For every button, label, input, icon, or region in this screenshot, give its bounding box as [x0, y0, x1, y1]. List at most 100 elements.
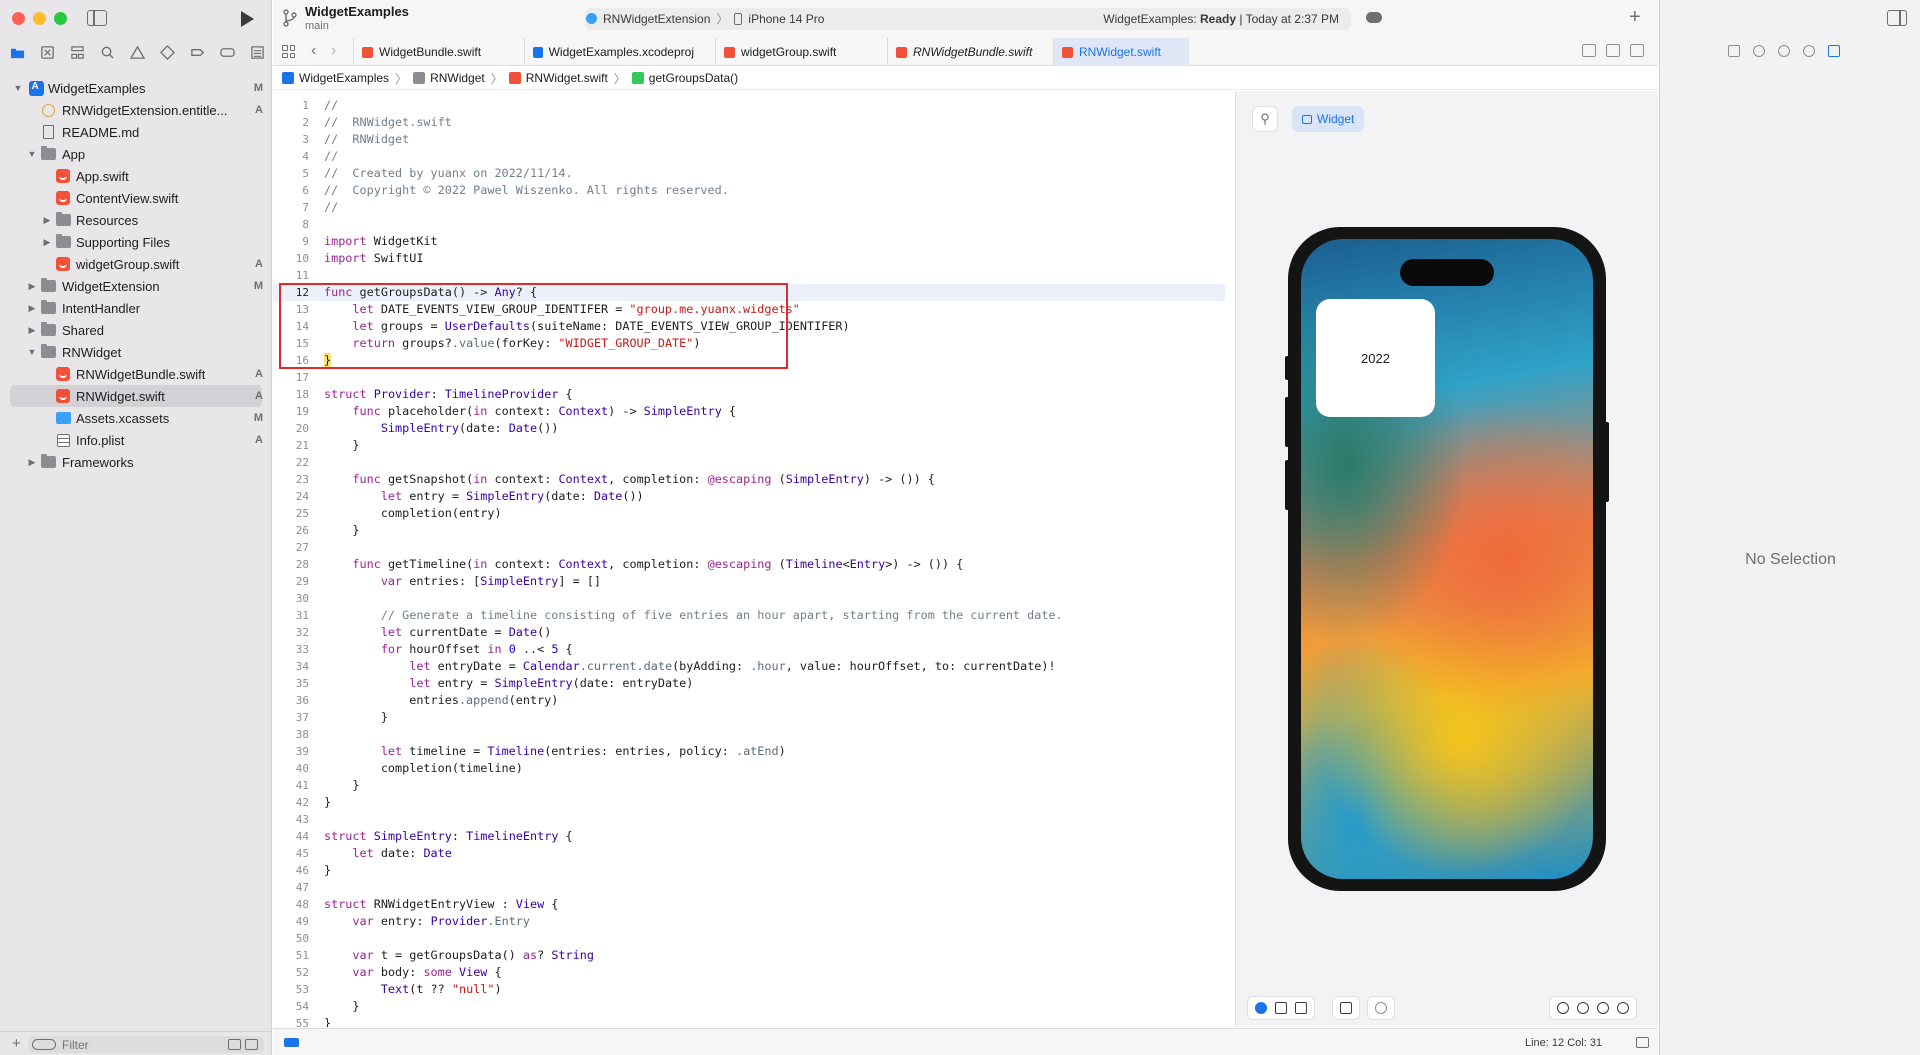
breadcrumb-project[interactable]: WidgetExamples [282, 71, 389, 85]
code-text[interactable]: let timeline = Timeline(entries: entries… [324, 743, 786, 760]
code-line[interactable]: 40 completion(timeline) [273, 760, 1225, 777]
code-lines[interactable]: 1 // 2 // RNWidget.swift 3 // RNWidget 4 // 5 // … [273, 97, 1225, 1027]
code-line[interactable]: 30 [273, 590, 1225, 607]
recent-files-icon[interactable] [228, 1039, 241, 1050]
editor-options-icon[interactable] [1606, 44, 1620, 57]
breadcrumb-folder[interactable]: RNWidget [413, 71, 485, 85]
code-text[interactable]: let entryDate = Calendar.current.date(by… [324, 658, 1055, 675]
tree-item-supporting-files[interactable]: ▶ Supporting Files [0, 231, 272, 253]
code-line[interactable]: 4 // [273, 148, 1225, 165]
grid-icon[interactable] [282, 45, 295, 58]
code-text[interactable]: SimpleEntry(date: Date()) [324, 420, 559, 437]
code-line[interactable]: 32 let currentDate = Date() [273, 624, 1225, 641]
code-line[interactable]: 34 let entryDate = Calendar.current.date… [273, 658, 1225, 675]
split-editor-icon[interactable] [1630, 44, 1644, 57]
code-text[interactable]: entries.append(entry) [324, 692, 558, 709]
tree-item-widgetexamples[interactable]: ▼ WidgetExamples M [0, 77, 272, 99]
add-file-button[interactable]: + [12, 1035, 21, 1052]
related-items-icon[interactable] [1582, 44, 1596, 57]
chevron-down-icon[interactable]: ▼ [13, 83, 23, 93]
code-text[interactable]: } [324, 862, 331, 879]
code-text[interactable]: // [324, 97, 338, 114]
tree-item-widgetextension[interactable]: ▶ WidgetExtension M [0, 275, 272, 297]
minimize-window-button[interactable] [33, 12, 46, 25]
code-line[interactable]: 3 // RNWidget [273, 131, 1225, 148]
code-line[interactable]: 9 import WidgetKit [273, 233, 1225, 250]
code-text[interactable]: var body: some View { [324, 964, 501, 981]
device-name[interactable]: iPhone 14 Pro [748, 12, 824, 26]
forward-button[interactable]: › [331, 42, 336, 60]
history-inspector-icon[interactable] [1753, 45, 1765, 57]
chevron-right-icon[interactable]: ▶ [42, 215, 52, 225]
tree-item-rnwidget-swift[interactable]: RNWidget.swift A [10, 385, 263, 407]
selectable-icon[interactable] [1275, 1002, 1287, 1014]
tree-item-entitlements[interactable]: RNWidgetExtension.entitle... A [0, 99, 272, 121]
chevron-right-icon[interactable]: ▶ [27, 325, 37, 335]
breadcrumb-file[interactable]: RNWidget.swift [508, 71, 608, 85]
code-line[interactable]: 7 // [273, 199, 1225, 216]
code-line[interactable]: 11 [273, 267, 1225, 284]
sidebar-toggle-icon[interactable] [87, 10, 107, 26]
code-text[interactable]: } [324, 1015, 331, 1027]
code-line[interactable]: 44 struct SimpleEntry: TimelineEntry { [273, 828, 1225, 845]
code-text[interactable]: } [324, 998, 359, 1015]
back-button[interactable]: ‹ [311, 42, 316, 60]
symbol-hierarchy-icon[interactable] [68, 43, 86, 61]
tab-rnwidgetbundle[interactable]: RNWidgetBundle.swift [887, 38, 1057, 66]
code-text[interactable]: let entry = SimpleEntry(date: Date()) [324, 488, 644, 505]
code-line[interactable]: 5 // Created by yuanx on 2022/11/14. [273, 165, 1225, 182]
code-text[interactable]: var t = getGroupsData() as? String [324, 947, 594, 964]
code-line[interactable]: 36 entries.append(entry) [273, 692, 1225, 709]
code-text[interactable]: } [324, 777, 359, 794]
code-text[interactable]: // [324, 148, 338, 165]
cloud-icon[interactable] [1366, 12, 1382, 23]
code-text[interactable]: // [324, 199, 338, 216]
code-text[interactable]: } [324, 794, 331, 811]
chevron-down-icon[interactable]: ▼ [27, 149, 37, 159]
add-button[interactable]: + [1629, 6, 1641, 29]
close-window-button[interactable] [12, 12, 25, 25]
code-line[interactable]: 26 } [273, 522, 1225, 539]
filter-field[interactable] [28, 1036, 264, 1053]
code-line[interactable]: 53 Text(t ?? "null") [273, 981, 1225, 998]
test-icon[interactable] [158, 43, 176, 61]
identity-inspector-icon[interactable] [1803, 45, 1815, 57]
tab-widgetgroup[interactable]: widgetGroup.swift [715, 38, 865, 66]
tree-item-shared[interactable]: ▶ Shared [0, 319, 272, 341]
code-line[interactable]: 24 let entry = SimpleEntry(date: Date()) [273, 488, 1225, 505]
tree-item-intenthandler[interactable]: ▶ IntentHandler [0, 297, 272, 319]
code-line[interactable]: 42} [273, 794, 1225, 811]
code-text[interactable]: func getSnapshot(in context: Context, co… [324, 471, 934, 488]
code-text[interactable]: // Generate a timeline consisting of fiv… [324, 607, 1063, 624]
console-toggle-icon[interactable] [1636, 1037, 1649, 1048]
code-text[interactable]: completion(timeline) [324, 760, 523, 777]
tab-rnwidget[interactable]: RNWidget.swift [1053, 38, 1189, 66]
code-line[interactable]: 35 let entry = SimpleEntry(date: entryDa… [273, 675, 1225, 692]
zoom-actual-icon[interactable] [1577, 1002, 1589, 1014]
code-text[interactable]: func placeholder(in context: Context) ->… [324, 403, 736, 420]
tree-item-contentview[interactable]: ContentView.swift [0, 187, 272, 209]
chevron-right-icon[interactable]: ▶ [27, 457, 37, 467]
code-text[interactable]: import WidgetKit [324, 233, 438, 250]
code-text[interactable]: // Copyright © 2022 Pawel Wiszenko. All … [324, 182, 729, 199]
code-text[interactable]: struct Provider: TimelineProvider { [324, 386, 573, 403]
code-text[interactable]: completion(entry) [324, 505, 502, 522]
code-text[interactable]: // RNWidget.swift [324, 114, 452, 131]
filter-input[interactable] [62, 1037, 212, 1052]
code-line[interactable]: 23 func getSnapshot(in context: Context,… [273, 471, 1225, 488]
tree-item-readme[interactable]: README.md [0, 121, 272, 143]
widget-preview-button[interactable]: Widget [1292, 106, 1365, 132]
code-text[interactable]: struct SimpleEntry: TimelineEntry { [324, 828, 573, 845]
code-line[interactable]: 43 [273, 811, 1225, 828]
code-line[interactable]: 55} [273, 1015, 1225, 1027]
code-line[interactable]: 39 let timeline = Timeline(entries: entr… [273, 743, 1225, 760]
code-line[interactable]: 27 [273, 539, 1225, 556]
code-line[interactable]: 33 for hourOffset in 0 ..< 5 { [273, 641, 1225, 658]
code-line[interactable]: 8 [273, 216, 1225, 233]
live-preview-icon[interactable] [1255, 1002, 1267, 1014]
code-text[interactable]: let currentDate = Date() [324, 624, 552, 641]
attributes-inspector-icon[interactable] [1828, 45, 1840, 57]
report-icon[interactable] [248, 43, 266, 61]
help-inspector-icon[interactable] [1778, 45, 1790, 57]
code-text[interactable]: } [324, 522, 359, 539]
